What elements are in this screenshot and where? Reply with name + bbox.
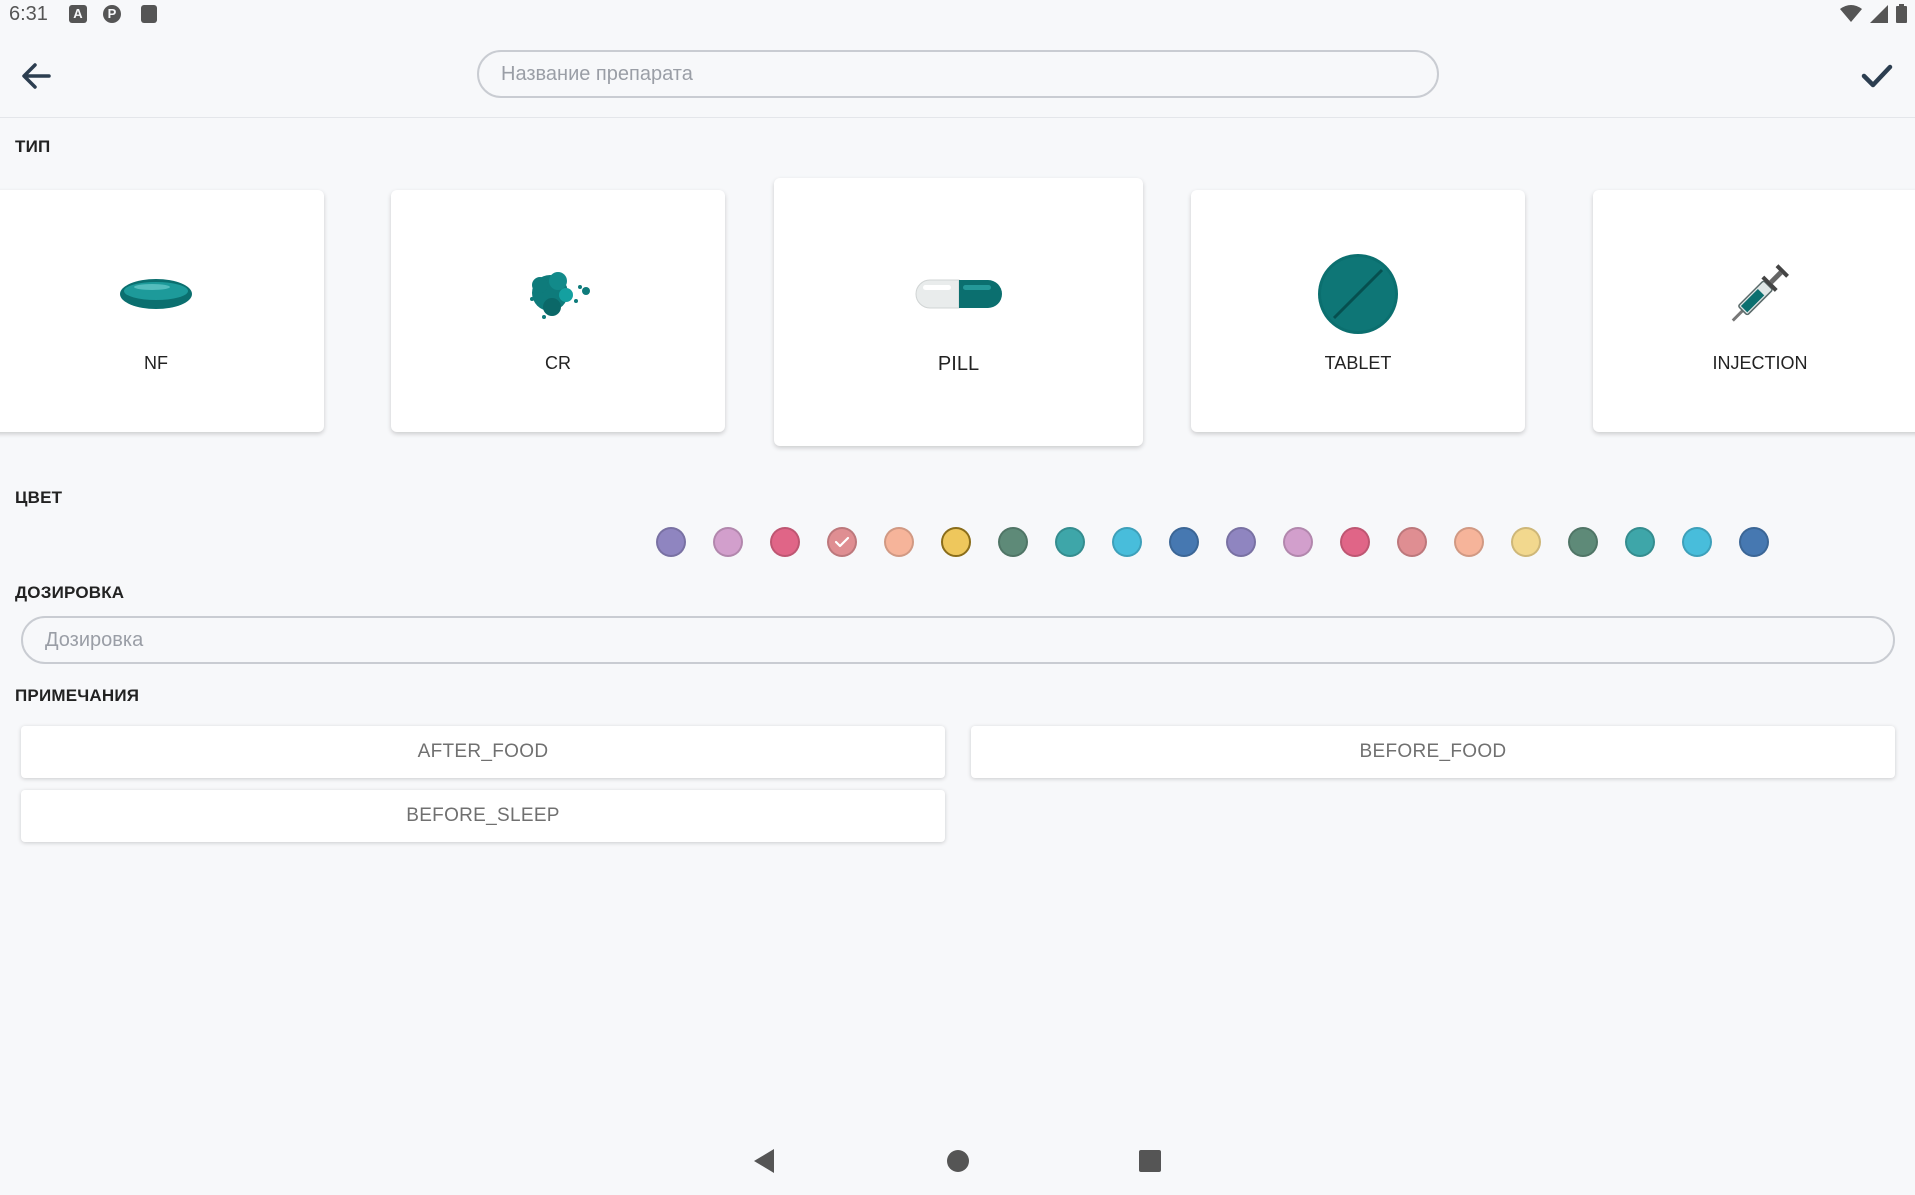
color-swatch[interactable] — [1340, 527, 1370, 557]
check-small-icon — [834, 536, 850, 548]
arrow-left-icon — [22, 63, 51, 89]
color-swatch[interactable] — [827, 527, 857, 557]
wifi-icon — [1840, 4, 1862, 22]
confirm-button[interactable] — [1855, 56, 1899, 96]
pill-capsule-icon — [913, 249, 1005, 339]
status-bar: 6:31 A P — [0, 0, 1915, 30]
capsule-oval-icon — [118, 249, 194, 339]
color-swatch[interactable] — [1283, 527, 1313, 557]
powder-icon — [520, 249, 596, 339]
status-right-icons — [1840, 4, 1907, 23]
type-card-nf[interactable]: NF — [0, 190, 324, 432]
color-swatch-row — [656, 527, 1769, 557]
color-section-label: ЦВЕТ — [15, 488, 63, 507]
color-swatch[interactable] — [1568, 527, 1598, 557]
syringe-icon — [1720, 249, 1800, 339]
status-time: 6:31 — [9, 3, 48, 25]
type-label: INJECTION — [1712, 352, 1808, 373]
type-card-cr[interactable]: CR — [391, 190, 725, 432]
recents-square-icon — [1139, 1150, 1161, 1172]
color-swatch[interactable] — [656, 527, 686, 557]
color-swatch[interactable] — [1739, 527, 1769, 557]
pocket-icon: P — [103, 5, 121, 23]
nav-recents-button[interactable] — [1138, 1148, 1162, 1179]
dosage-input[interactable] — [21, 616, 1895, 664]
type-card-pill[interactable]: PILL — [774, 178, 1143, 446]
color-swatch[interactable] — [1397, 527, 1427, 557]
note-before-sleep-button[interactable]: BEFORE_SLEEP — [21, 790, 945, 842]
color-swatch[interactable] — [998, 527, 1028, 557]
color-swatch[interactable] — [1055, 527, 1085, 557]
back-button[interactable] — [16, 56, 56, 96]
sd-card-icon — [141, 5, 157, 23]
color-swatch[interactable] — [1511, 527, 1541, 557]
toolbar — [0, 38, 1915, 118]
color-swatch[interactable] — [770, 527, 800, 557]
note-after-food-button[interactable]: AFTER_FOOD — [21, 726, 945, 778]
type-label: NF — [144, 352, 168, 373]
nav-home-button[interactable] — [946, 1148, 970, 1179]
notes-section-label: ПРИМЕЧАНИЯ — [15, 686, 140, 705]
a-icon: A — [69, 5, 87, 23]
type-label: PILL — [937, 352, 980, 375]
type-label: CR — [545, 352, 571, 373]
color-swatch[interactable] — [941, 527, 971, 557]
tablet-icon — [1316, 249, 1400, 339]
color-swatch[interactable] — [1112, 527, 1142, 557]
color-swatch[interactable] — [884, 527, 914, 557]
color-swatch[interactable] — [1625, 527, 1655, 557]
battery-icon — [1896, 4, 1907, 23]
nav-back-button[interactable] — [752, 1148, 776, 1179]
checkmark-icon — [1861, 64, 1893, 88]
type-card-injection[interactable]: INJECTION — [1593, 190, 1915, 432]
system-nav-bar — [0, 1130, 1915, 1195]
type-label: TABLET — [1324, 352, 1392, 373]
color-swatch[interactable] — [1226, 527, 1256, 557]
back-triangle-icon — [754, 1149, 774, 1173]
color-swatch[interactable] — [1682, 527, 1712, 557]
signal-icon — [1870, 4, 1888, 23]
type-carousel: NF CR PILL TABLET INJECTION — [0, 170, 1915, 460]
type-section-label: ТИП — [15, 137, 51, 156]
color-swatch[interactable] — [713, 527, 743, 557]
drug-name-input[interactable] — [477, 50, 1439, 98]
type-card-tablet[interactable]: TABLET — [1191, 190, 1525, 432]
color-swatch[interactable] — [1454, 527, 1484, 557]
color-swatch[interactable] — [1169, 527, 1199, 557]
dosage-section-label: ДОЗИРОВКА — [15, 583, 125, 602]
home-circle-icon — [947, 1150, 969, 1172]
note-before-food-button[interactable]: BEFORE_FOOD — [971, 726, 1895, 778]
